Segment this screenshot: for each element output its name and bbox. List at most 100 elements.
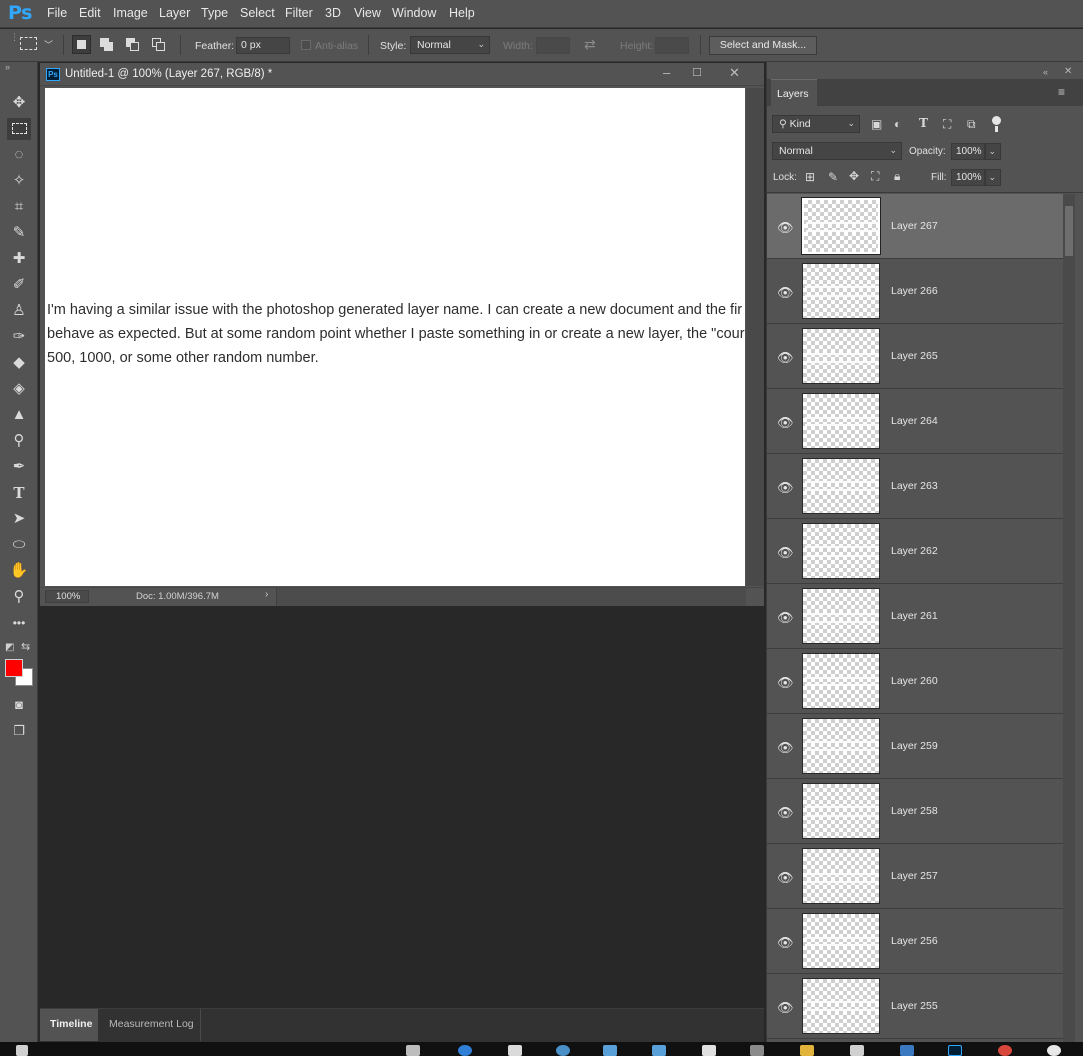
fill-dropdown[interactable]: ⌄	[985, 169, 1001, 186]
height-input[interactable]	[655, 37, 689, 54]
taskbar-app-icon[interactable]	[750, 1045, 764, 1056]
crop-tool-icon[interactable]: ⌗	[7, 196, 31, 218]
taskbar-app-icon[interactable]	[556, 1045, 570, 1056]
menu-image[interactable]: Image	[113, 6, 148, 20]
taskbar-app-icon[interactable]	[900, 1045, 914, 1056]
taskbar-app-icon[interactable]	[603, 1045, 617, 1056]
layers-scrollbar[interactable]	[1063, 194, 1075, 1042]
preset-chevron-icon[interactable]: ﹀	[44, 38, 53, 51]
layer-row[interactable]: 👁︎ Layer 259	[767, 714, 1063, 779]
intersect-selection-button[interactable]	[149, 35, 168, 54]
maximize-icon[interactable]: ☐	[692, 66, 702, 79]
layer-row[interactable]: 👁︎ Layer 267	[767, 194, 1063, 259]
menu-filter[interactable]: Filter	[285, 6, 313, 20]
menu-select[interactable]: Select	[240, 6, 275, 20]
add-selection-button[interactable]	[97, 35, 116, 54]
eyedropper-tool-icon[interactable]: ✎	[7, 222, 31, 244]
blend-mode-select[interactable]: Normal ⌄	[772, 142, 902, 160]
menu-view[interactable]: View	[354, 6, 381, 20]
antialias-checkbox[interactable]	[301, 40, 311, 50]
visibility-eye-icon[interactable]: 👁︎	[777, 415, 794, 431]
screen-mode-icon[interactable]: ❐	[7, 720, 31, 742]
visibility-eye-icon[interactable]: 👁︎	[777, 220, 794, 236]
marquee-preset-icon[interactable]	[20, 37, 37, 50]
layer-row[interactable]: 👁︎ Layer 260	[767, 649, 1063, 714]
menu-help[interactable]: Help	[449, 6, 475, 20]
swap-dimensions-icon[interactable]: ⇄	[584, 36, 596, 53]
quick-mask-icon[interactable]: ◙	[7, 694, 31, 716]
lock-transparent-pixels-icon[interactable]: ⊞	[805, 170, 815, 184]
foreground-color-swatch[interactable]	[5, 659, 23, 677]
tab-layers[interactable]: Layers	[771, 79, 817, 106]
taskbar-app-icon[interactable]	[508, 1045, 522, 1056]
filter-pixel-icon[interactable]: ▣	[871, 117, 882, 131]
hand-tool-icon[interactable]: ✋	[7, 560, 31, 582]
width-input[interactable]	[536, 37, 570, 54]
taskbar-app-icon[interactable]	[652, 1045, 666, 1056]
opacity-input[interactable]: 100%	[951, 143, 985, 160]
layer-row[interactable]: 👁︎ Layer 265	[767, 324, 1063, 389]
lock-image-pixels-icon[interactable]: ✎	[828, 170, 838, 184]
ellipse-tool-icon[interactable]: ⬭	[7, 534, 31, 556]
subtract-selection-button[interactable]	[123, 35, 142, 54]
move-tool-icon[interactable]: ✥	[7, 92, 31, 114]
menu-file[interactable]: File	[47, 6, 67, 20]
layer-row[interactable]: 👁︎ Layer 258	[767, 779, 1063, 844]
marquee-tool-icon[interactable]	[7, 118, 31, 140]
taskbar-app-icon[interactable]	[800, 1045, 814, 1056]
eraser-tool-icon[interactable]: ◆	[7, 352, 31, 374]
start-icon[interactable]	[16, 1045, 28, 1056]
visibility-eye-icon[interactable]: 👁︎	[777, 870, 794, 886]
blur-tool-icon[interactable]: ▲	[7, 404, 31, 426]
visibility-eye-icon[interactable]: 👁︎	[777, 350, 794, 366]
layer-row[interactable]: 👁︎ Layer 263	[767, 454, 1063, 519]
path-selection-tool-icon[interactable]: ➤	[7, 508, 31, 530]
status-menu-arrow-icon[interactable]: ›	[265, 589, 268, 600]
layer-row[interactable]: 👁︎ Layer 261	[767, 584, 1063, 649]
opacity-dropdown[interactable]: ⌄	[985, 143, 1001, 160]
close-panel-icon[interactable]: ✕	[1064, 66, 1072, 77]
taskbar-app-icon[interactable]	[702, 1045, 716, 1056]
tab-measurement-log[interactable]: Measurement Log	[109, 1018, 194, 1030]
menu-window[interactable]: Window	[392, 6, 436, 20]
visibility-eye-icon[interactable]: 👁︎	[777, 675, 794, 691]
visibility-eye-icon[interactable]: 👁︎	[777, 480, 794, 496]
layer-row[interactable]: 👁︎ Layer 256	[767, 909, 1063, 974]
clone-stamp-tool-icon[interactable]: ♙	[7, 300, 31, 322]
document-tab[interactable]: Ps Untitled-1 @ 100% (Layer 267, RGB/8) …	[40, 63, 764, 86]
zoom-tool-icon[interactable]: ⚲	[7, 586, 31, 608]
visibility-eye-icon[interactable]: 👁︎	[777, 740, 794, 756]
collapse-panel-icon[interactable]: »	[5, 62, 10, 72]
layer-row[interactable]: 👁︎ Layer 264	[767, 389, 1063, 454]
filter-adjustment-icon[interactable]: ◐	[894, 117, 901, 131]
healing-brush-tool-icon[interactable]: ✚	[7, 248, 31, 270]
magic-wand-tool-icon[interactable]: ✧	[7, 170, 31, 192]
pen-tool-icon[interactable]: ✒	[7, 456, 31, 478]
filter-kind-select[interactable]: ⚲ Kind ⌄	[772, 115, 860, 133]
layer-row[interactable]: 👁︎ Layer 262	[767, 519, 1063, 584]
visibility-eye-icon[interactable]: 👁︎	[777, 805, 794, 821]
horizontal-scrollbar[interactable]	[276, 588, 746, 606]
scrollbar-thumb[interactable]	[1065, 206, 1073, 256]
collapse-panels-icon[interactable]: «	[1043, 67, 1048, 77]
history-brush-tool-icon[interactable]: ✑	[7, 326, 31, 348]
lasso-tool-icon[interactable]: ◌	[7, 144, 31, 166]
taskbar-app-icon[interactable]	[1047, 1045, 1061, 1056]
vertical-scrollbar[interactable]	[746, 88, 764, 586]
default-colors-icon[interactable]: ◩	[5, 642, 14, 653]
visibility-eye-icon[interactable]: 👁︎	[777, 545, 794, 561]
select-and-mask-button[interactable]: Select and Mask...	[709, 36, 817, 55]
taskbar-app-icon[interactable]	[406, 1045, 420, 1056]
filter-toggle-icon[interactable]	[992, 116, 1001, 125]
visibility-eye-icon[interactable]: 👁︎	[777, 610, 794, 626]
visibility-eye-icon[interactable]: 👁︎	[777, 935, 794, 951]
menu-type[interactable]: Type	[201, 6, 228, 20]
fill-input[interactable]: 100%	[951, 169, 985, 186]
brush-tool-icon[interactable]: ✐	[7, 274, 31, 296]
taskbar-app-icon[interactable]	[850, 1045, 864, 1056]
menu-3d[interactable]: 3D	[325, 6, 341, 20]
taskbar-app-icon[interactable]	[998, 1045, 1012, 1056]
type-tool-icon[interactable]: T	[7, 482, 31, 504]
lock-position-icon[interactable]: ✥	[849, 169, 859, 183]
lock-artboard-icon[interactable]: ⛶	[871, 169, 879, 184]
